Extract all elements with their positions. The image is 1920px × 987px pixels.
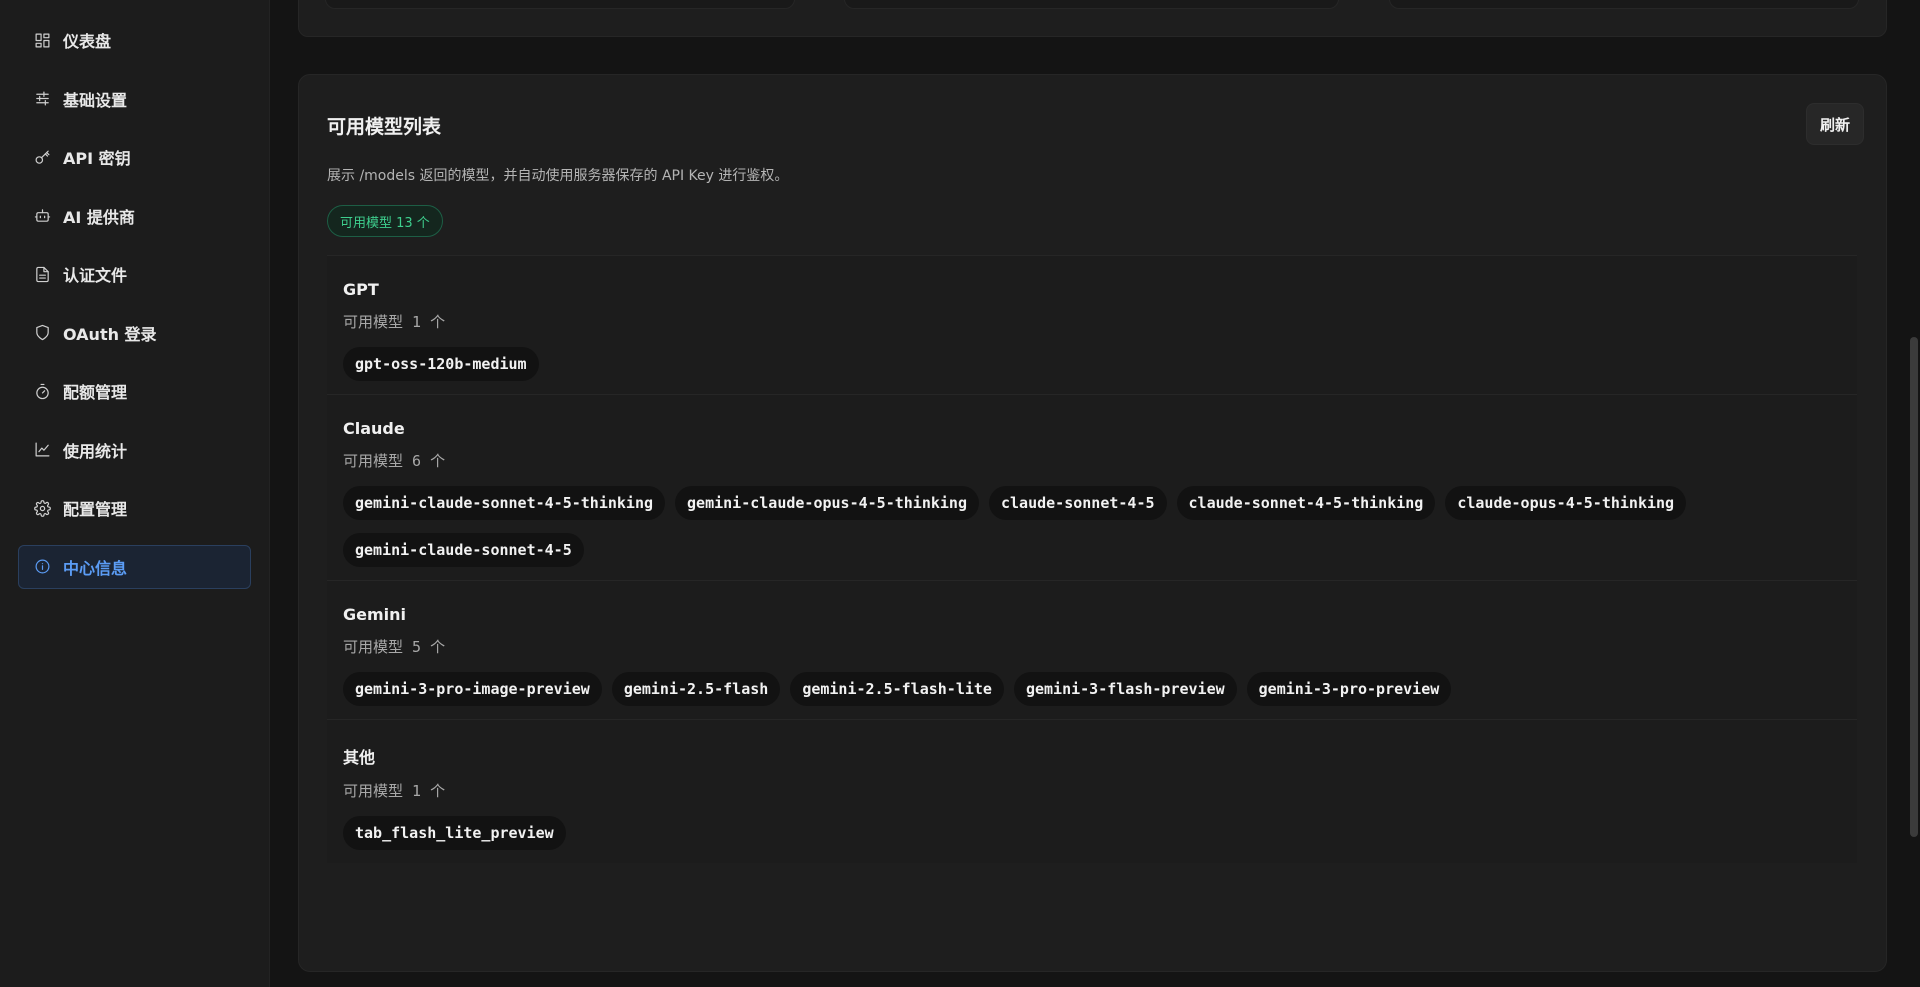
- sidebar-item-label: OAuth 登录: [63, 324, 157, 344]
- model-chip-list: gemini-claude-sonnet-4-5-thinking gemini-…: [343, 486, 1841, 580]
- model-groups: GPT 可用模型 1 个 gpt-oss-120b-medium Claude 可用模型…: [327, 255, 1857, 863]
- model-chip[interactable]: gemini-claude-sonnet-4-5-thinking: [343, 486, 666, 520]
- model-chip[interactable]: gemini-3-pro-image-preview: [343, 672, 602, 706]
- file-text-icon: [33, 265, 51, 283]
- group-model-count: 可用模型 1 个: [343, 782, 446, 800]
- group-name: GPT: [343, 280, 379, 299]
- sidebar-item-oauth-login[interactable]: OAuth 登录: [18, 311, 251, 355]
- sidebar-item-basic-settings[interactable]: 基础设置: [18, 77, 251, 121]
- card-description: 展示 /models 返回的模型，并自动使用服务器保存的 API Key 进行鉴…: [327, 168, 789, 184]
- sidebar-item-dashboard[interactable]: 仪表盘: [18, 18, 251, 62]
- group-model-count: 可用模型 6 个: [343, 452, 446, 470]
- sidebar-item-auth-files[interactable]: 认证文件: [18, 252, 251, 296]
- sidebar-item-ai-providers[interactable]: AI 提供商: [18, 194, 251, 238]
- key-icon: [33, 148, 51, 166]
- model-chip[interactable]: claude-sonnet-4-5-thinking: [1176, 486, 1436, 520]
- card-title: 可用模型列表: [327, 116, 442, 138]
- model-chip[interactable]: claude-sonnet-4-5: [988, 486, 1167, 520]
- dashboard-grid-icon: [33, 31, 51, 49]
- previous-card-stub: [844, 0, 1339, 9]
- gear-icon: [33, 499, 51, 517]
- sidebar-item-config[interactable]: 配置管理: [18, 486, 251, 530]
- previous-card-stub: [1389, 0, 1859, 9]
- model-chip[interactable]: gemini-claude-sonnet-4-5: [343, 533, 584, 567]
- group-model-count: 可用模型 5 个: [343, 638, 446, 656]
- sidebar-item-label: AI 提供商: [63, 207, 135, 227]
- sidebar-item-label: 仪表盘: [63, 32, 112, 51]
- model-chip[interactable]: gemini-claude-opus-4-5-thinking: [675, 486, 979, 520]
- model-chip[interactable]: tab_flash_lite_preview: [343, 816, 566, 850]
- info-icon: [33, 558, 51, 576]
- model-group: GPT 可用模型 1 个 gpt-oss-120b-medium: [327, 255, 1857, 394]
- group-model-count: 可用模型 1 个: [343, 313, 446, 331]
- sidebar-item-label: 使用统计: [63, 441, 128, 461]
- refresh-button[interactable]: 刷新: [1806, 103, 1864, 145]
- sidebar-item-usage-stats[interactable]: 使用统计: [18, 428, 251, 472]
- models-card: 可用模型列表 刷新 展示 /models 返回的模型，并自动使用服务器保存的 A…: [298, 74, 1887, 972]
- sidebar-item-api-keys[interactable]: API 密钥: [18, 135, 251, 179]
- sidebar-item-label: API 密钥: [63, 149, 131, 168]
- model-group: Gemini 可用模型 5 个 gemini-3-pro-image-preview…: [327, 580, 1857, 719]
- model-group: Claude 可用模型 6 个 gemini-claude-sonnet-4-5-t…: [327, 394, 1857, 580]
- sidebar-item-label: 配置管理: [63, 500, 128, 519]
- sidebar: 仪表盘 基础设置 API 密钥 AI 提供商 认证文件 OAuth 登录 配额管…: [0, 0, 270, 987]
- sliders-icon: [33, 90, 51, 108]
- shield-icon: [33, 324, 51, 342]
- sidebar-item-label: 基础设置: [63, 90, 128, 110]
- model-chip[interactable]: gemini-3-pro-preview: [1246, 672, 1452, 706]
- scrollbar-thumb[interactable]: [1910, 337, 1918, 837]
- model-chip-list: tab_flash_lite_preview: [343, 816, 1841, 863]
- bot-icon: [33, 207, 51, 225]
- model-chip-list: gpt-oss-120b-medium: [343, 347, 1841, 394]
- sidebar-item-label: 中心信息: [63, 558, 128, 578]
- sidebar-item-center-info[interactable]: 中心信息: [18, 544, 251, 589]
- sidebar-item-label: 配额管理: [63, 383, 128, 402]
- model-group: 其他可用模型 1 个 tab_flash_lite_preview: [327, 719, 1857, 863]
- previous-card: [298, 0, 1887, 37]
- group-name: Gemini: [343, 605, 407, 624]
- main-content: 可用模型列表 刷新 展示 /models 返回的模型，并自动使用服务器保存的 A…: [270, 0, 1920, 987]
- previous-card-stub: [325, 0, 795, 9]
- sidebar-item-label: 认证文件: [63, 266, 128, 285]
- line-chart-icon: [33, 441, 51, 459]
- model-chip[interactable]: gemini-3-flash-preview: [1013, 672, 1237, 706]
- timer-icon: [33, 382, 51, 400]
- group-name: Claude: [343, 419, 405, 438]
- model-chip[interactable]: gemini-2.5-flash-lite: [790, 672, 1004, 706]
- sidebar-item-quota[interactable]: 配额管理: [18, 369, 251, 413]
- model-chip[interactable]: claude-opus-4-5-thinking: [1445, 486, 1687, 520]
- model-count-badge: 可用模型 13 个: [327, 205, 443, 237]
- group-name: 其他: [343, 748, 376, 767]
- model-chip[interactable]: gpt-oss-120b-medium: [343, 347, 539, 381]
- model-chip[interactable]: gemini-2.5-flash: [611, 672, 781, 706]
- model-chip-list: gemini-3-pro-image-preview gemini-2.5-fla…: [343, 672, 1841, 719]
